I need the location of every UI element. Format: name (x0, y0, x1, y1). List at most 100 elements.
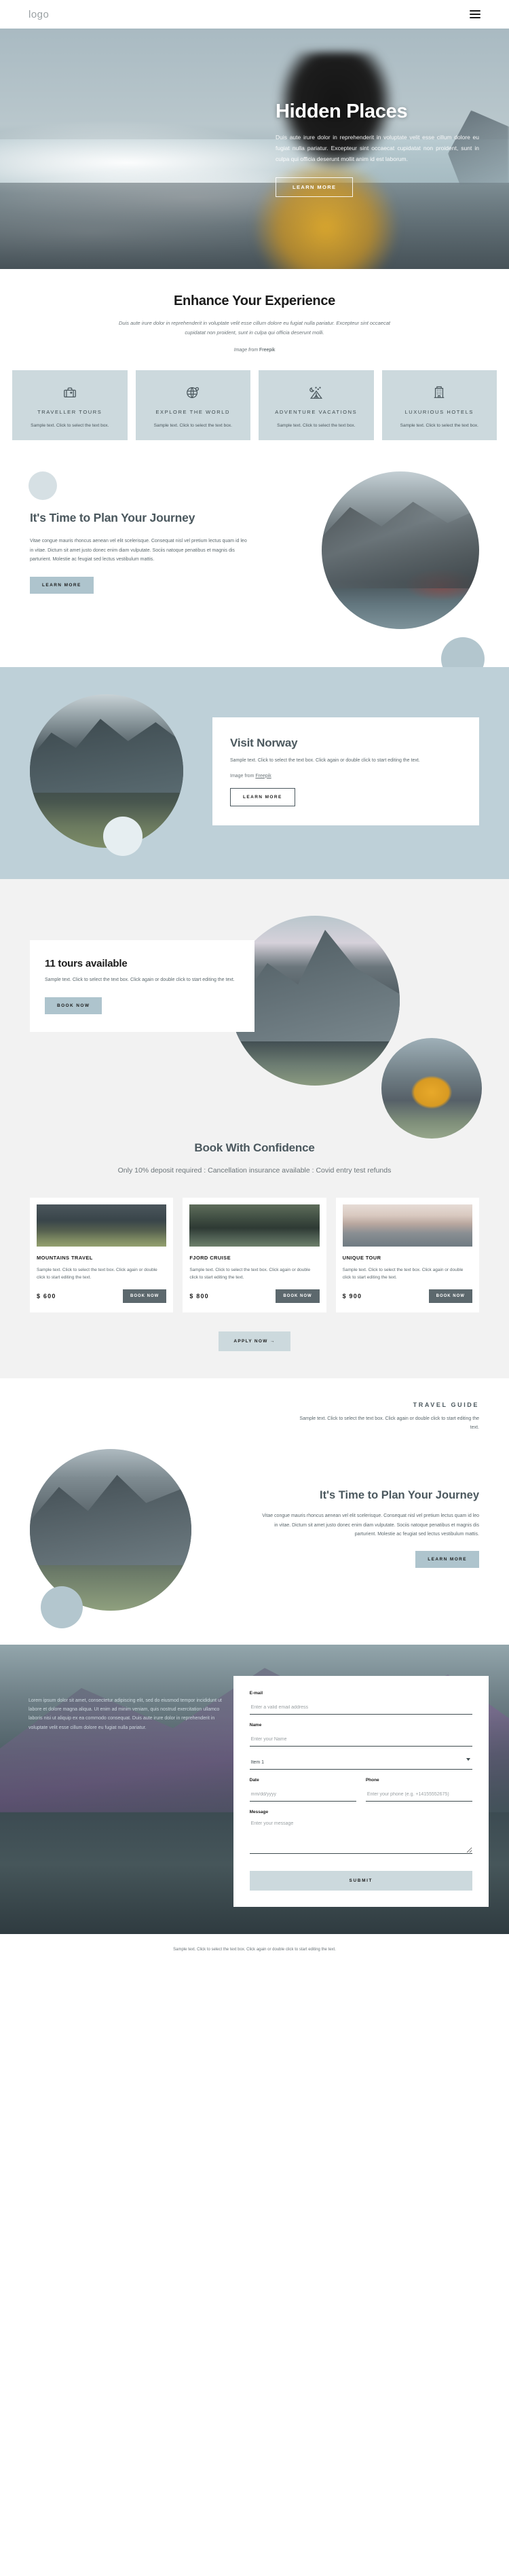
hiker-circle-image (30, 1448, 191, 1611)
credit-source-link[interactable]: Freepik (259, 348, 275, 353)
enhance-lede: Duis aute irure dolor in reprehenderit i… (119, 320, 390, 336)
plan2-paragraph: Vitae congue mauris rhoncus aenean vel e… (262, 1514, 479, 1537)
tent-night-icon (265, 382, 367, 403)
name-input[interactable] (249, 1734, 472, 1747)
feature-title: ADVENTURE VACATIONS (275, 408, 358, 415)
credit-source-link[interactable]: Freepik (255, 774, 271, 779)
name-label: Name (249, 1722, 262, 1728)
feature-text: Sample text. Click to select the text bo… (400, 423, 478, 429)
email-label: E-mail (249, 1690, 263, 1696)
item-select-group: Item 1 (249, 1755, 472, 1770)
plan-learn-more-button[interactable]: LEARN MORE (30, 577, 94, 594)
message-label: Message (249, 1809, 269, 1814)
tour-card-title: FJORD CRUISE (189, 1254, 231, 1261)
name-field-group: Name (249, 1722, 472, 1747)
plan2-title: It's Time to Plan Your Journey (320, 1488, 479, 1501)
credit-prefix: Image from (233, 347, 259, 353)
book-title: Book With Confidence (194, 1141, 315, 1155)
suitcase-icon (19, 382, 121, 403)
tour-card-price: $ 900 (342, 1293, 362, 1300)
tours-paragraph: Sample text. Click to select the text bo… (45, 978, 235, 983)
feature-title: LUXURIOUS HOTELS (404, 408, 474, 415)
feature-card-traveller-tours[interactable]: TRAVELLER TOURS Sample text. Click to se… (12, 370, 128, 441)
tour-card[interactable]: MOUNTAINS TRAVEL Sample text. Click to s… (30, 1197, 174, 1313)
tours-title: 11 tours available (45, 958, 128, 970)
tour-card-book-now-button[interactable]: BOOK NOW (122, 1289, 167, 1304)
travel-guide-eyebrow: TRAVEL GUIDE (413, 1401, 479, 1409)
feature-card-luxurious-hotels[interactable]: LUXURIOUS HOTELS Sample text. Click to s… (381, 370, 497, 441)
tour-card[interactable]: FJORD CRUISE Sample text. Click to selec… (183, 1197, 326, 1313)
plan2-learn-more-button[interactable]: LEARN MORE (415, 1551, 479, 1569)
norway-learn-more-button[interactable]: LEARN MORE (230, 787, 295, 806)
tours-book-now-button[interactable]: BOOK NOW (45, 997, 102, 1014)
yellow-house-circle-image (381, 1038, 482, 1139)
tour-card-title: UNIQUE TOUR (342, 1254, 381, 1261)
enhance-image-credit: Image from Freepik (30, 348, 479, 353)
plan-journey-secondary-section: It's Time to Plan Your Journey Vitae con… (0, 1439, 509, 1645)
feature-card-explore-the-world[interactable]: EXPLORE THE WORLD Sample text. Click to … (135, 370, 250, 441)
plan-image-column (259, 471, 479, 630)
email-input[interactable] (249, 1702, 472, 1715)
tours-card: 11 tours available Sample text. Click to… (30, 940, 254, 1032)
contact-blurb-column: Lorem ipsum dolor sit amet, consectetur … (20, 1676, 233, 1732)
plan-text-column: It's Time to Plan Your Journey Vitae con… (30, 471, 250, 594)
phone-input[interactable] (365, 1789, 472, 1802)
contact-section: Lorem ipsum dolor sit amet, consectetur … (0, 1644, 509, 1934)
mountain-peak-circle-image (230, 916, 400, 1086)
email-field-group: E-mail (249, 1690, 472, 1715)
feature-card-adventure-vacations[interactable]: ADVENTURE VACATIONS Sample text. Click t… (259, 370, 374, 441)
landing-page: logo Hidden Places Duis aute irure dolor… (0, 0, 509, 1969)
plan-paragraph: Vitae congue mauris rhoncus aenean vel e… (30, 539, 247, 562)
hotel-building-icon (389, 382, 491, 403)
footer-text: Sample text. Click to select the text bo… (173, 1947, 336, 1952)
site-header: logo (0, 0, 509, 29)
enhance-title: Enhance Your Experience (173, 293, 335, 308)
site-footer: Sample text. Click to select the text bo… (0, 1933, 509, 1969)
norway-image-credit: Image from Freepik (230, 774, 461, 779)
date-field-group: Date (249, 1778, 356, 1802)
norway-paragraph: Sample text. Click to select the text bo… (230, 757, 420, 763)
tour-card-image (37, 1204, 167, 1247)
credit-prefix: Image from (230, 773, 256, 779)
date-input[interactable] (249, 1789, 356, 1802)
item-select[interactable]: Item 1 (249, 1757, 472, 1770)
plan-journey-section: It's Time to Plan Your Journey Vitae con… (0, 466, 509, 681)
contact-blurb: Lorem ipsum dolor sit amet, consectetur … (29, 1698, 222, 1730)
logo[interactable]: logo (29, 9, 49, 20)
message-field-group: Message (249, 1809, 472, 1857)
tour-card-title: MOUNTAINS TRAVEL (37, 1254, 93, 1261)
tour-cards-grid: MOUNTAINS TRAVEL Sample text. Click to s… (30, 1197, 479, 1313)
norway-card: Visit Norway Sample text. Click to selec… (212, 717, 479, 825)
tour-card[interactable]: UNIQUE TOUR Sample text. Click to select… (335, 1197, 479, 1313)
tour-card-text: Sample text. Click to select the text bo… (37, 1267, 157, 1281)
tour-card-text: Sample text. Click to select the text bo… (342, 1267, 464, 1281)
tour-card-price: $ 800 (189, 1293, 209, 1300)
tour-card-book-now-button[interactable]: BOOK NOW (276, 1289, 320, 1304)
submit-button[interactable]: SUBMIT (249, 1870, 472, 1891)
tour-card-image (342, 1204, 472, 1247)
feature-text: Sample text. Click to select the text bo… (31, 423, 109, 429)
hamburger-menu-icon[interactable] (470, 10, 480, 18)
hero-learn-more-button[interactable]: LEARN MORE (276, 177, 354, 197)
tours-available-section: 11 tours available Sample text. Click to… (0, 879, 509, 1139)
plan2-text-column: It's Time to Plan Your Journey Vitae con… (260, 1449, 479, 1569)
feature-text: Sample text. Click to select the text bo… (153, 423, 232, 429)
tours-image-column (223, 916, 482, 1139)
tour-card-text: Sample text. Click to select the text bo… (189, 1267, 311, 1281)
tour-card-image (189, 1204, 320, 1247)
feature-text: Sample text. Click to select the text bo… (277, 423, 356, 429)
globe-pin-icon (143, 382, 244, 403)
visit-norway-section: Visit Norway Sample text. Click to selec… (0, 667, 509, 880)
tour-card-book-now-button[interactable]: BOOK NOW (428, 1289, 472, 1304)
plan-title: It's Time to Plan Your Journey (30, 511, 195, 525)
message-textarea[interactable] (249, 1818, 472, 1854)
hero-content-wrap: Hidden Places Duis aute irure dolor in r… (0, 29, 509, 269)
enhance-section: Enhance Your Experience Duis aute irure … (0, 269, 509, 353)
apply-now-button[interactable]: APPLY NOW → (219, 1331, 290, 1352)
phone-label: Phone (365, 1777, 379, 1783)
book-subtitle: Only 10% deposit required : Cancellation… (117, 1166, 392, 1175)
chevron-down-icon (466, 1757, 470, 1761)
plan2-image-column (30, 1448, 249, 1628)
hero-section: Hidden Places Duis aute irure dolor in r… (0, 29, 509, 269)
hero-paragraph: Duis aute irure dolor in reprehenderit i… (276, 134, 479, 162)
